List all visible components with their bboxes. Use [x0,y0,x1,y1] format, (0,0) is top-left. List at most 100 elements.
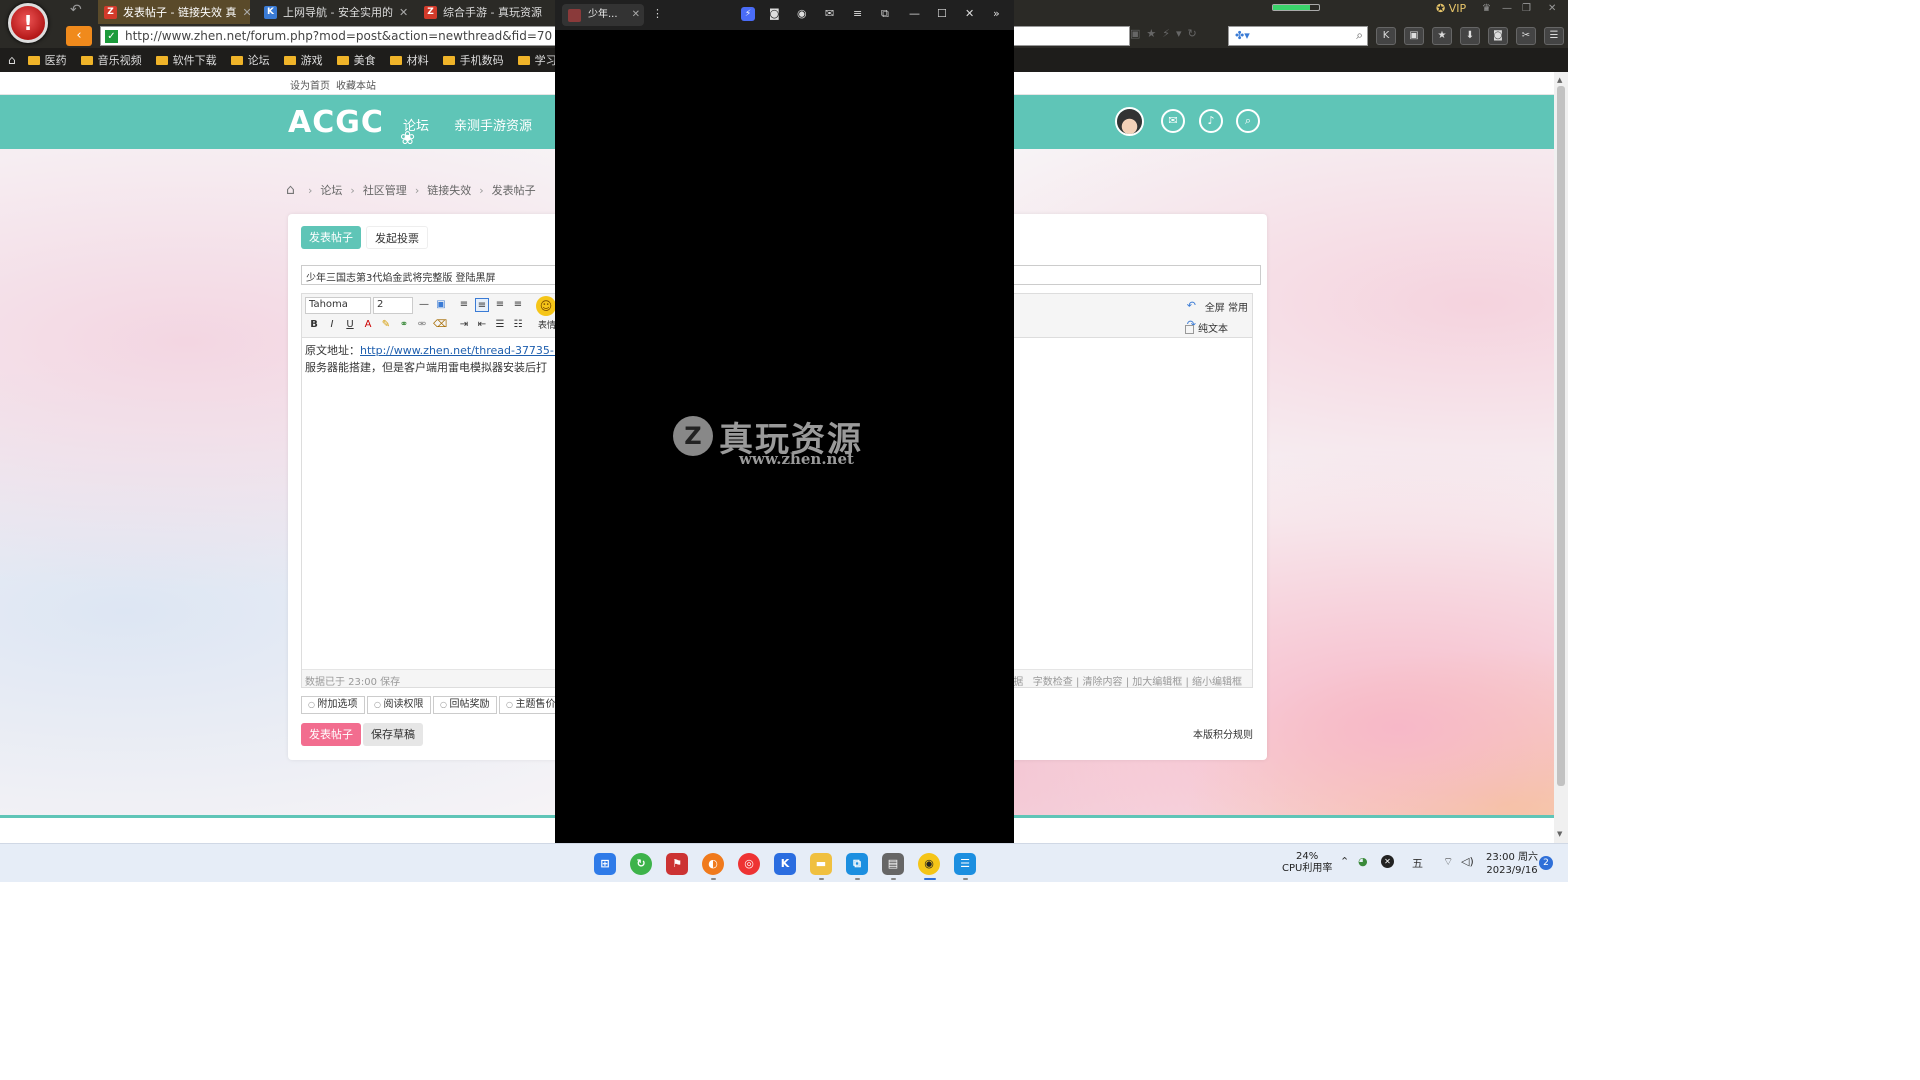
scroll-up-icon[interactable]: ▲ [1557,76,1562,84]
save-draft-button[interactable]: 保存草稿 [363,723,423,746]
flag-app-icon[interactable]: ⚑ [666,853,688,875]
menu-icon[interactable]: ≡ [853,7,862,20]
vip-badge[interactable]: ✪ VIP [1436,2,1466,15]
font-family-select[interactable]: Tahoma [305,297,371,314]
file-explorer-icon[interactable]: ▬ [810,853,832,875]
mail-icon[interactable]: ✉ [825,7,834,20]
scroll-down-icon[interactable]: ▼ [1557,830,1562,838]
option-extra[interactable]: 附加选项 [301,696,365,714]
account-icon[interactable]: ◉ [797,7,807,20]
system-app-icon[interactable]: ▤ [882,853,904,875]
highlight-icon[interactable]: ✎ [379,318,393,332]
security-tray-icon[interactable]: ◕ [1358,855,1368,868]
common-link[interactable]: 常用 [1228,303,1248,314]
avatar[interactable] [1115,107,1144,136]
tab-history-icon[interactable]: ↶ [70,2,82,18]
boost-icon[interactable]: ⚡ [741,7,755,21]
close-tab-icon[interactable]: ✕ [242,6,250,19]
bookmark-folder[interactable]: 材料 [389,52,429,68]
k-app-icon[interactable]: K [774,853,796,875]
page-scrollbar[interactable]: ▲ ▼ [1554,72,1568,843]
bullet-list-icon[interactable]: ☷ [511,318,525,332]
bookmark-folder[interactable]: 软件下载 [155,52,217,68]
nav-games[interactable]: 亲测手游资源 [454,115,532,134]
more-vertical-icon[interactable]: ⋮ [652,7,663,20]
site-logo[interactable]: ACGC [288,105,384,140]
browser-app-icon[interactable]: ◐ [702,853,724,875]
editor-action-shrink[interactable]: 缩小编辑框 [1192,677,1242,688]
search-icon[interactable]: ⌕ [1356,28,1363,43]
align-center-icon[interactable]: ≡ [493,298,507,312]
bookmark-folder[interactable]: 游戏 [283,52,323,68]
volume-icon[interactable]: ◁) [1461,855,1474,868]
align-justify-icon[interactable]: ≡ [475,298,489,312]
restore-icon[interactable]: ❐ [1522,3,1531,14]
notification-badge[interactable]: 2 [1539,856,1553,870]
lock-icon[interactable]: ▣ [1404,27,1424,45]
editor-action-restore[interactable]: 据 [1013,677,1023,688]
link-icon[interactable]: ⚭ [397,318,411,332]
option-price[interactable]: 主题售价 [499,696,563,714]
expand-sidebar-icon[interactable]: » [993,7,1000,20]
option-reply-reward[interactable]: 回帖奖励 [433,696,497,714]
favorite-link[interactable]: 收藏本站 [336,77,376,92]
bookmark-folder[interactable]: 学习 [517,52,557,68]
scissors-icon[interactable]: ✂ [1516,27,1536,45]
game-player-window[interactable]: 少年... ✕ ⋮ ⚡ ◙ ◉ ✉ ≡ ⧉ — ☐ ✕ » Z 真玩资源 www… [555,0,1014,843]
bookmark-folder[interactable]: 论坛 [230,52,270,68]
clock[interactable]: 23:00 周六 2023/9/16 [1486,851,1538,877]
ordered-list-icon[interactable]: ☰ [493,318,507,332]
plaintext-toggle[interactable]: 纯文本 [1185,320,1228,335]
bookmark-folder[interactable]: 美食 [336,52,376,68]
browser-tab[interactable]: Z 综合手游 - 真玩资源 [418,0,556,24]
undo-icon[interactable]: ↶ [1187,299,1196,312]
emoji-icon[interactable]: ☺ [536,296,556,316]
start-menu-icon[interactable]: ⊞ [594,853,616,875]
source-link[interactable]: http://www.zhen.net/thread-37735-1- [360,344,565,357]
background-icon[interactable]: ▣ [434,298,448,312]
wifi-icon[interactable]: ⌔ [1443,855,1453,869]
option-read-permission[interactable]: 阅读权限 [367,696,431,714]
notepad-icon[interactable]: ☰ [954,853,976,875]
back-button[interactable]: ‹ [66,26,92,46]
download-icon[interactable]: ⬇ [1460,27,1480,45]
chrome-icon[interactable]: ◎ [738,853,760,875]
editor-action-enlarge[interactable]: 加大编辑框 [1132,677,1182,688]
star-icon[interactable]: ★ [1432,27,1452,45]
close-tab-icon[interactable]: ✕ [399,6,408,19]
scroll-thumb[interactable] [1557,86,1565,786]
clear-format-icon[interactable]: ⌫ [433,318,447,332]
close-tab-icon[interactable]: ✕ [632,4,640,26]
tab-new-post[interactable]: 发表帖子 [301,226,361,249]
close-window-icon[interactable]: ✕ [965,7,974,20]
home-icon[interactable]: ⌂ [286,183,300,197]
tab-new-poll[interactable]: 发起投票 [366,226,428,249]
browser-search-input[interactable]: ✤▾ ⌕ [1228,26,1368,46]
skin-icon[interactable]: ♛ [1482,3,1491,14]
bookmark-folder[interactable]: 音乐视频 [80,52,142,68]
align-right-icon[interactable]: ≡ [511,298,525,312]
remote-app-icon[interactable]: ⧉ [846,853,868,875]
outdent-icon[interactable]: ⇤ [475,318,489,332]
plaintext-checkbox[interactable] [1185,324,1194,334]
bold-icon[interactable]: B [307,318,321,332]
bell-icon[interactable]: ♪ [1199,109,1223,133]
breadcrumb-community[interactable]: 社区管理 [363,182,407,198]
browser-tab-active[interactable]: Z 发表帖子 - 链接失效 真 ✕ [98,0,250,24]
unlink-icon[interactable]: ⚮ [415,318,429,332]
hr-icon[interactable]: — [417,298,431,312]
pin-icon[interactable]: ⧉ [881,7,889,21]
editor-action-clear[interactable]: 清除内容 [1083,677,1123,688]
submit-post-button[interactable]: 发表帖子 [301,723,361,746]
editor-content[interactable]: 原文地址：http://www.zhen.net/thread-37735-1-… [305,342,565,376]
board-rules-link[interactable]: 本版积分规则 [1193,726,1253,741]
alert-icon[interactable]: ! [8,3,48,43]
mail-icon[interactable]: ✉ [1161,109,1185,133]
refresh-app-icon[interactable]: ↻ [630,853,652,875]
bookmark-folder[interactable]: 手机数码 [442,52,504,68]
close-circle-tray-icon[interactable]: ✕ [1381,855,1394,868]
indent-icon[interactable]: ⇥ [457,318,471,332]
breadcrumb-board[interactable]: 链接失效 [427,182,471,198]
player-tab[interactable]: 少年... ✕ [562,4,644,26]
align-left-icon[interactable]: ≡ [457,298,471,312]
